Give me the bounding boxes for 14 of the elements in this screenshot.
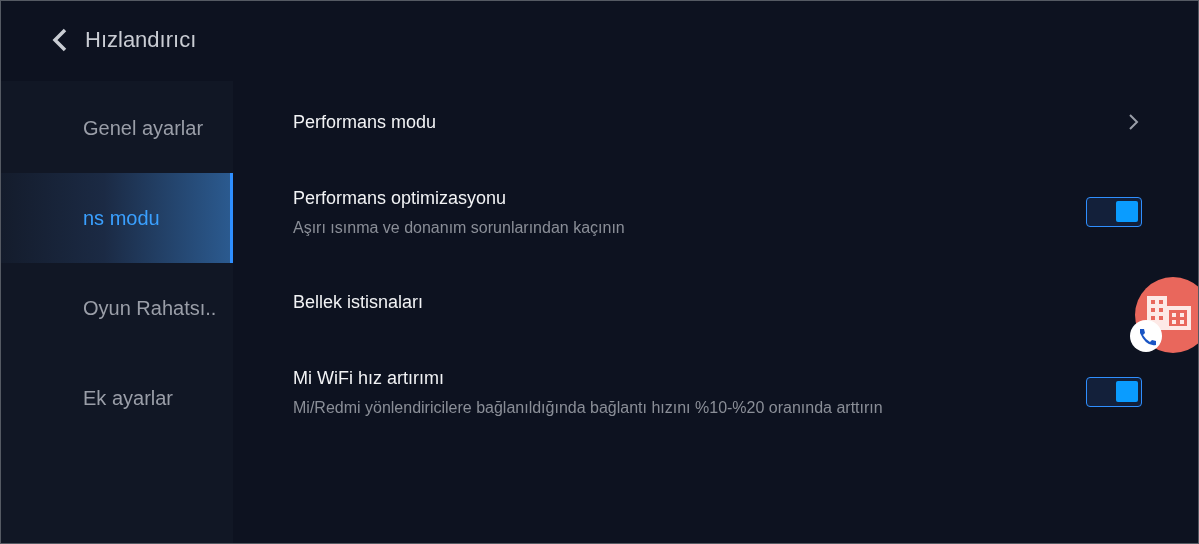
sidebar-item[interactable]: Ek ayarlar bbox=[1, 353, 233, 443]
setting-title[interactable]: Mi WiFi hız artırımı bbox=[293, 367, 444, 389]
setting-title[interactable]: Performans optimizasyonu bbox=[293, 187, 507, 209]
chevron-right-icon bbox=[1128, 113, 1140, 131]
setting-title[interactable]: Bellek istisnaları bbox=[293, 291, 424, 313]
setting-title[interactable]: Performans modu bbox=[293, 111, 437, 133]
toggle-switch[interactable] bbox=[1086, 377, 1142, 407]
sidebar-item[interactable]: Genel ayarlar bbox=[1, 83, 233, 173]
sidebar-item[interactable]: ns modu bbox=[1, 173, 233, 263]
setting-description: Mi/Redmi yönlendiricilere bağlanıldığında bağlantı hızını %10-%20 oranında arttırın bbox=[293, 398, 883, 417]
toggle-switch[interactable] bbox=[1086, 197, 1142, 227]
sidebar-item[interactable]: Oyun Rahatsı.. bbox=[1, 263, 233, 353]
page-title: Hızlandırıcı bbox=[85, 27, 197, 53]
setting-description: Aşırı ısınma ve donanım sorunlarından kaçının bbox=[293, 218, 625, 237]
